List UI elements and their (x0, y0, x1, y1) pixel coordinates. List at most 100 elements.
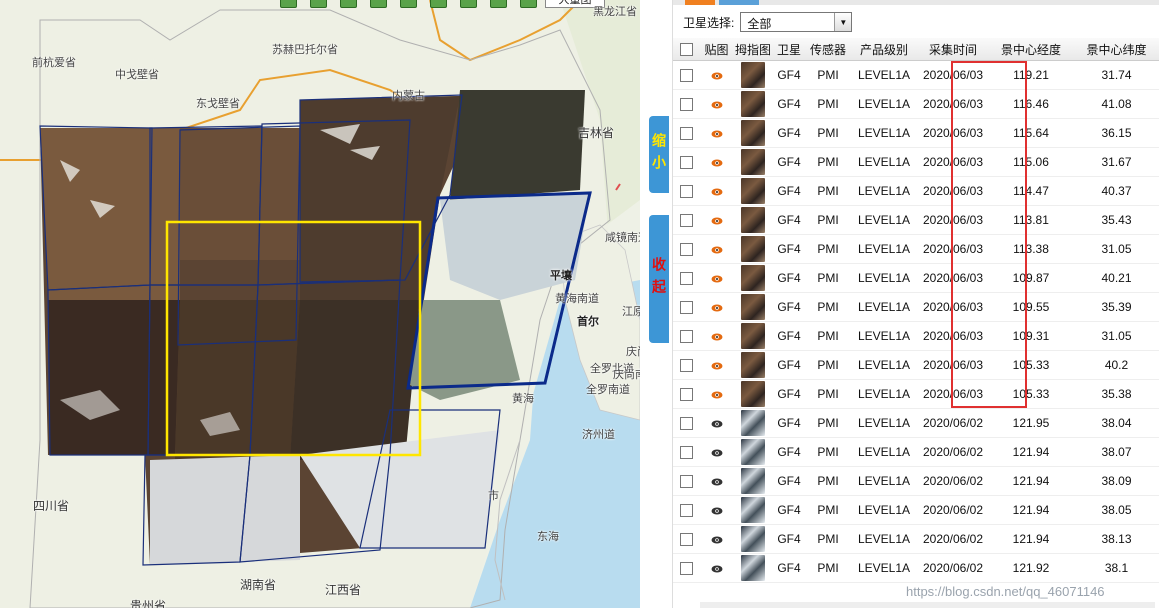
eye-icon[interactable] (700, 466, 733, 496)
row-checkbox[interactable] (673, 89, 700, 119)
table-row[interactable]: GF4 PMI LEVEL1A 2020/06/02 121.92 38.1 (673, 553, 1159, 583)
row-checkbox[interactable] (673, 176, 700, 206)
eye-icon[interactable] (700, 147, 733, 177)
row-checkbox[interactable] (673, 118, 700, 148)
map-tool-button-8[interactable] (490, 0, 507, 8)
thumbnail-image[interactable] (733, 118, 773, 148)
map-tool-button-7[interactable] (460, 0, 477, 8)
thumbnail-image[interactable] (733, 60, 773, 90)
thumbnail-image[interactable] (733, 524, 773, 554)
row-checkbox[interactable] (673, 437, 700, 467)
thumbnail-image[interactable] (733, 234, 773, 264)
map-tool-button-6[interactable] (430, 0, 447, 8)
eye-icon[interactable] (700, 350, 733, 380)
row-checkbox[interactable] (673, 408, 700, 438)
satellite-select[interactable]: 全部 ▼ (740, 12, 853, 32)
row-checkbox[interactable] (673, 321, 700, 351)
row-checkbox[interactable] (673, 205, 700, 235)
cell-level: LEVEL1A (851, 60, 917, 90)
table-row[interactable]: GF4 PMI LEVEL1A 2020/06/03 109.55 35.39 (673, 292, 1159, 322)
eye-icon[interactable] (700, 553, 733, 583)
table-row[interactable]: GF4 PMI LEVEL1A 2020/06/02 121.94 38.13 (673, 524, 1159, 554)
table-row[interactable]: GF4 PMI LEVEL1A 2020/06/03 113.38 31.05 (673, 234, 1159, 264)
thumbnail-image[interactable] (733, 292, 773, 322)
row-checkbox[interactable] (673, 60, 700, 90)
row-checkbox[interactable] (673, 147, 700, 177)
col-header-sensor: 传感器 (805, 38, 851, 61)
table-row[interactable]: GF4 PMI LEVEL1A 2020/06/02 121.95 38.04 (673, 408, 1159, 438)
eye-icon[interactable] (700, 292, 733, 322)
col-header-lat: 景中心纬度 (1073, 38, 1159, 61)
table-row[interactable]: GF4 PMI LEVEL1A 2020/06/03 105.33 40.2 (673, 350, 1159, 380)
collapse-tab[interactable]: 收起 (649, 215, 669, 343)
row-checkbox[interactable] (673, 292, 700, 322)
thumbnail-image[interactable] (733, 495, 773, 525)
map-tool-button-2[interactable] (310, 0, 327, 8)
eye-icon[interactable] (700, 321, 733, 351)
thumbnail-image[interactable] (733, 205, 773, 235)
thumbnail-image[interactable] (733, 321, 773, 351)
eye-icon[interactable] (700, 89, 733, 119)
thumbnail-image[interactable] (733, 553, 773, 583)
eye-icon[interactable] (700, 118, 733, 148)
eye-icon[interactable] (700, 176, 733, 206)
eye-icon[interactable] (700, 263, 733, 293)
map-tool-button-9[interactable] (520, 0, 537, 8)
eye-icon[interactable] (700, 234, 733, 264)
cell-lat: 40.21 (1073, 263, 1159, 293)
table-row[interactable]: GF4 PMI LEVEL1A 2020/06/02 121.94 38.05 (673, 495, 1159, 525)
chevron-down-icon[interactable]: ▼ (834, 13, 852, 31)
eye-icon[interactable] (700, 524, 733, 554)
table-row[interactable]: GF4 PMI LEVEL1A 2020/06/03 105.33 35.38 (673, 379, 1159, 409)
thumbnail-image[interactable] (733, 437, 773, 467)
eye-icon[interactable] (700, 60, 733, 90)
row-checkbox[interactable] (673, 234, 700, 264)
thumbnail-image[interactable] (733, 379, 773, 409)
horizontal-scrollbar[interactable] (700, 602, 1155, 608)
map-tool-button-4[interactable] (370, 0, 387, 8)
row-checkbox[interactable] (673, 263, 700, 293)
row-checkbox[interactable] (673, 524, 700, 554)
cell-time: 2020/06/02 (917, 466, 989, 496)
row-checkbox[interactable] (673, 553, 700, 583)
eye-icon[interactable] (700, 437, 733, 467)
eye-icon[interactable] (700, 495, 733, 525)
table-row[interactable]: GF4 PMI LEVEL1A 2020/06/03 115.06 31.67 (673, 147, 1159, 177)
eye-icon[interactable] (700, 205, 733, 235)
table-row[interactable]: GF4 PMI LEVEL1A 2020/06/03 109.31 31.05 (673, 321, 1159, 351)
table-row[interactable]: GF4 PMI LEVEL1A 2020/06/03 109.87 40.21 (673, 263, 1159, 293)
thumbnail-image[interactable] (733, 147, 773, 177)
row-checkbox[interactable] (673, 350, 700, 380)
map-tool-button-1[interactable] (280, 0, 297, 8)
cell-level: LEVEL1A (851, 292, 917, 322)
panel-tab-2[interactable] (719, 0, 759, 5)
cell-time: 2020/06/02 (917, 408, 989, 438)
table-row[interactable]: GF4 PMI LEVEL1A 2020/06/03 113.81 35.43 (673, 205, 1159, 235)
table-row[interactable]: GF4 PMI LEVEL1A 2020/06/02 121.94 38.09 (673, 466, 1159, 496)
thumbnail-image[interactable] (733, 408, 773, 438)
table-row[interactable]: GF4 PMI LEVEL1A 2020/06/03 116.46 41.08 (673, 89, 1159, 119)
thumbnail-image[interactable] (733, 466, 773, 496)
map-canvas[interactable] (0, 0, 640, 608)
table-row[interactable]: GF4 PMI LEVEL1A 2020/06/03 119.21 31.74 (673, 60, 1159, 90)
select-all-checkbox[interactable] (673, 38, 700, 61)
cell-time: 2020/06/02 (917, 437, 989, 467)
thumbnail-image[interactable] (733, 263, 773, 293)
thumbnail-image[interactable] (733, 350, 773, 380)
panel-tab-1[interactable] (685, 0, 715, 5)
row-checkbox[interactable] (673, 466, 700, 496)
row-checkbox[interactable] (673, 495, 700, 525)
map-tool-button-3[interactable] (340, 0, 357, 8)
zoom-out-tab[interactable]: 缩小 (649, 116, 669, 193)
table-row[interactable]: GF4 PMI LEVEL1A 2020/06/03 114.47 40.37 (673, 176, 1159, 206)
cell-sensor: PMI (805, 147, 851, 177)
thumbnail-image[interactable] (733, 176, 773, 206)
map-view[interactable]: 大量图 黑龙江省 前杭爱省 苏赫巴托尔省 中戈壁省 东戈壁省 内蒙古 吉林省 咸… (0, 0, 640, 608)
table-row[interactable]: GF4 PMI LEVEL1A 2020/06/03 115.64 36.15 (673, 118, 1159, 148)
eye-icon[interactable] (700, 379, 733, 409)
table-row[interactable]: GF4 PMI LEVEL1A 2020/06/02 121.94 38.07 (673, 437, 1159, 467)
eye-icon[interactable] (700, 408, 733, 438)
map-tool-button-5[interactable] (400, 0, 417, 8)
thumbnail-image[interactable] (733, 89, 773, 119)
row-checkbox[interactable] (673, 379, 700, 409)
